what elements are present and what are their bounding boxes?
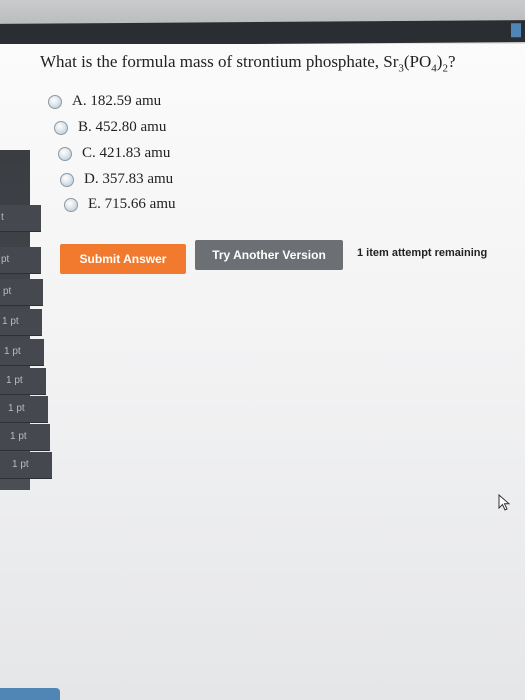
choice-e[interactable]: E. 715.66 amu [64, 196, 176, 213]
sidebar-item-5[interactable]: 1 pt [0, 339, 44, 366]
sidebar-item-3[interactable]: pt [0, 279, 43, 306]
radio-button-icon[interactable] [60, 172, 74, 187]
screen-area [0, 44, 525, 700]
radio-button-icon[interactable] [58, 146, 72, 161]
sidebar-item-8[interactable]: 1 pt [0, 424, 50, 451]
window-top-bar [0, 20, 525, 46]
radio-button-icon[interactable] [48, 94, 62, 109]
question-text: What is the formula mass of strontium ph… [40, 52, 456, 75]
sidebar-item-2[interactable]: pt [0, 247, 41, 274]
radio-button-icon[interactable] [54, 120, 68, 135]
choice-a[interactable]: A. 182.59 amu [48, 93, 161, 110]
radio-button-icon[interactable] [64, 197, 78, 212]
top-bar-tab[interactable] [511, 23, 521, 38]
submit-answer-button[interactable]: Submit Answer [60, 244, 186, 274]
mouse-cursor-icon [498, 494, 511, 511]
sidebar-item-6[interactable]: 1 pt [0, 368, 46, 395]
try-another-version-button[interactable]: Try Another Version [195, 240, 343, 270]
bottom-tab-button[interactable] [0, 688, 60, 700]
choice-label: D. 357.83 amu [84, 171, 174, 187]
sidebar-item-4[interactable]: 1 pt [0, 309, 42, 336]
choice-d[interactable]: D. 357.83 amu [60, 171, 173, 188]
attempts-remaining-text: 1 item attempt remaining [357, 247, 488, 259]
choice-label: A. 182.59 amu [72, 93, 162, 109]
sidebar-item-7[interactable]: 1 pt [0, 396, 48, 423]
choice-c[interactable]: C. 421.83 amu [58, 145, 170, 162]
choice-label: C. 421.83 amu [82, 145, 171, 161]
choice-label: E. 715.66 amu [88, 196, 176, 212]
sidebar-item-1[interactable]: t [0, 205, 41, 232]
choice-label: B. 452.80 amu [78, 119, 167, 135]
sidebar-item-9[interactable]: 1 pt [0, 452, 52, 479]
choice-b[interactable]: B. 452.80 amu [54, 119, 166, 136]
